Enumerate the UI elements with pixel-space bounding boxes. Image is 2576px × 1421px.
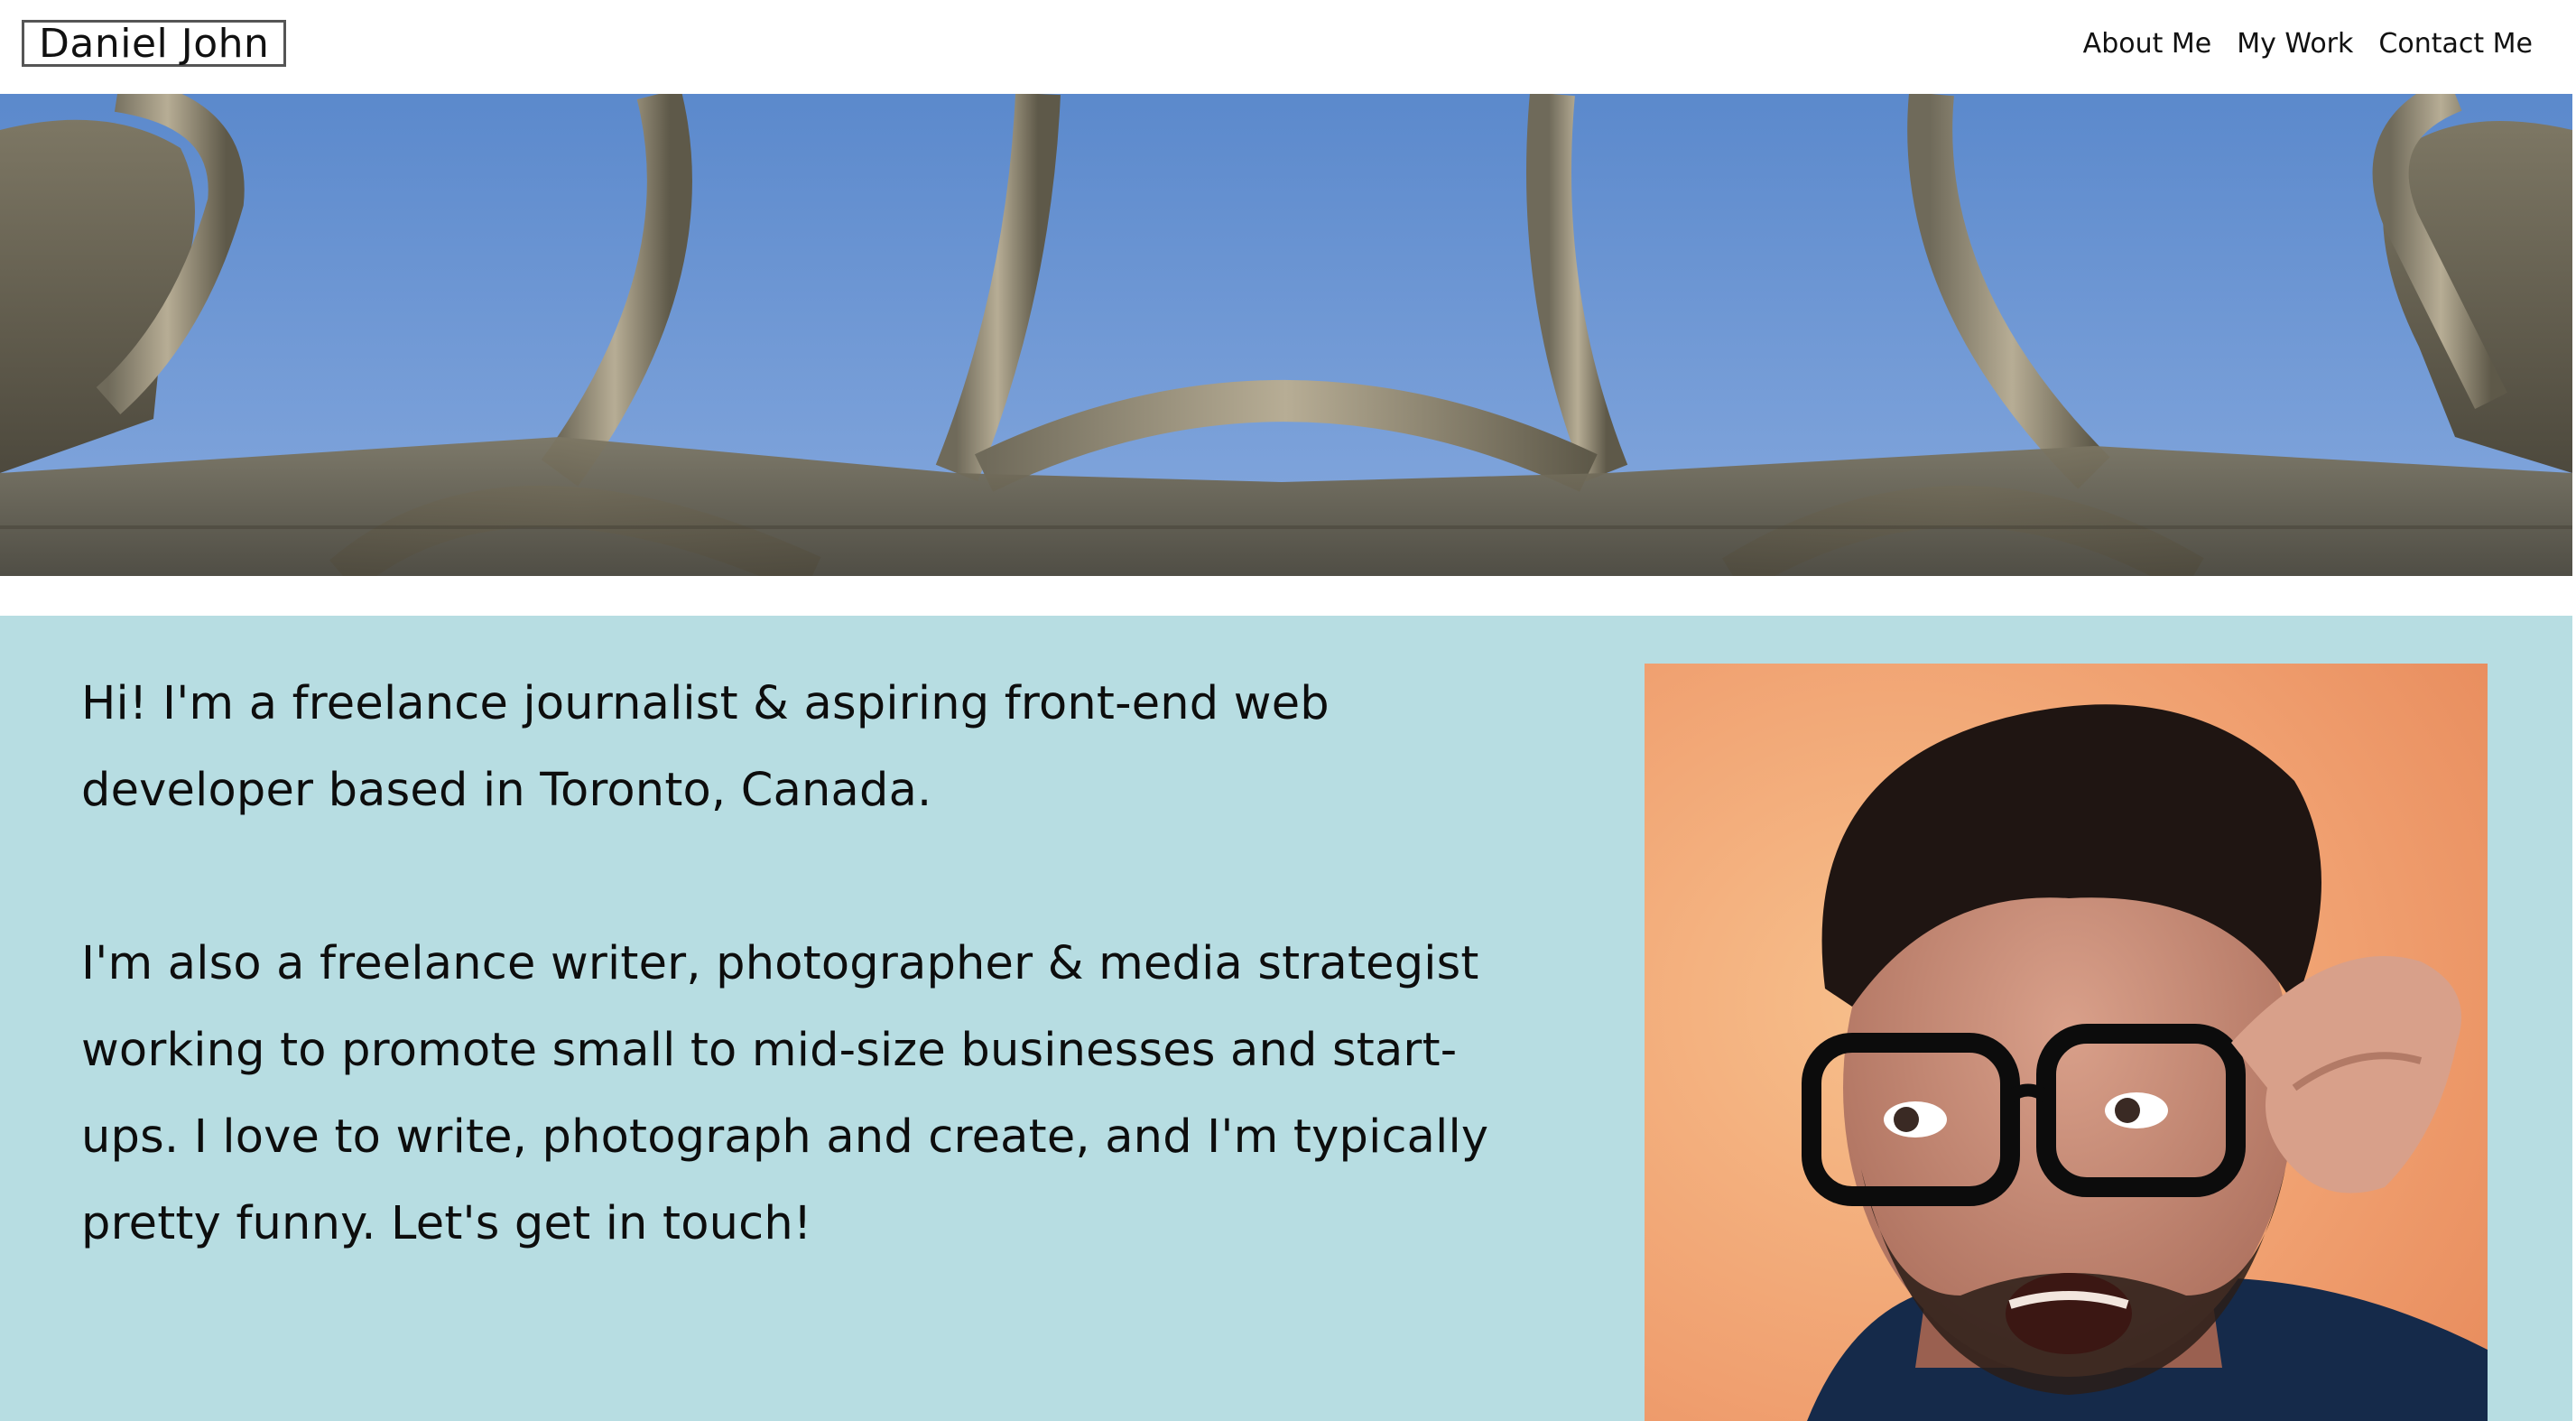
intro-section: Hi! I'm a freelance journalist & aspirin… <box>0 616 2572 1421</box>
hero-banner <box>0 94 2572 576</box>
intro-text: Hi! I'm a freelance journalist & aspirin… <box>81 661 1489 1268</box>
nav-about-me[interactable]: About Me <box>2083 28 2212 60</box>
intro-paragraph-2: I'm also a freelance writer, photographe… <box>81 937 1489 1250</box>
main-nav: About Me My Work Contact Me <box>2083 25 2533 61</box>
nav-my-work[interactable]: My Work <box>2237 28 2353 60</box>
portrait-photo <box>1645 664 2488 1421</box>
intro-paragraph-1: Hi! I'm a freelance journalist & aspirin… <box>81 677 1330 817</box>
nav-contact-me[interactable]: Contact Me <box>2378 28 2533 60</box>
site-header: Daniel John About Me My Work Contact Me <box>0 0 2576 94</box>
hero-image <box>0 94 2572 576</box>
page: Daniel John About Me My Work Contact Me <box>0 0 2576 1421</box>
site-logo[interactable]: Daniel John <box>22 20 287 67</box>
portrait-image <box>1645 664 2488 1421</box>
